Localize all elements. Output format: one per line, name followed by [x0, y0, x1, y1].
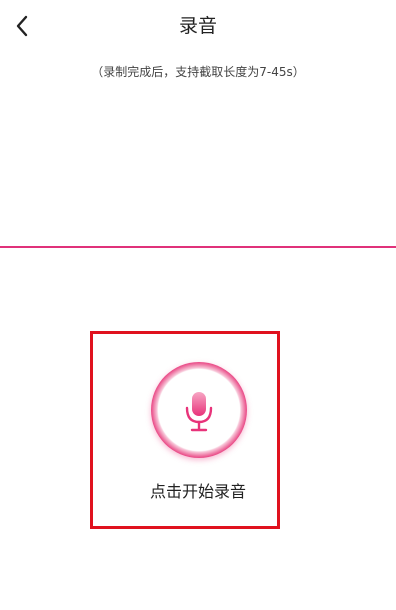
start-record-button[interactable] [151, 362, 247, 458]
page-title: 录音 [178, 15, 217, 37]
waveform-baseline [0, 246, 396, 248]
duration-hint: （录制完成后，支持截取长度为7-45s） [91, 65, 305, 79]
microphone-icon[interactable] [179, 388, 219, 434]
header: 录音 [0, 0, 396, 56]
record-label[interactable]: 点击开始录音 [0, 482, 396, 502]
